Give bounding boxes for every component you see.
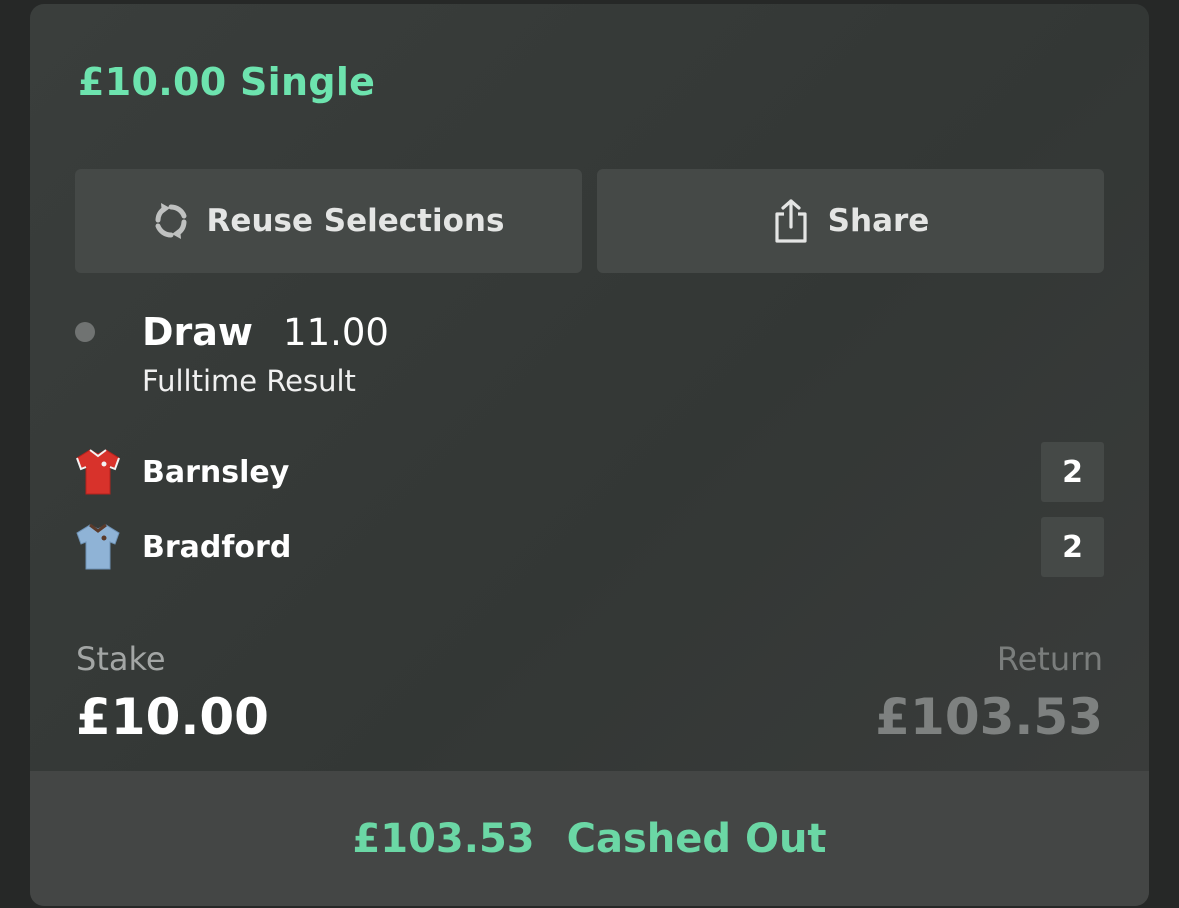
selection-name: Draw [142,310,254,354]
refresh-icon [153,201,189,241]
stake-value: £10.00 [76,688,269,746]
reuse-selections-label: Reuse Selections [206,203,505,239]
light-blue-shirt-icon [75,522,121,572]
bet-title: £10.00 Single [78,60,376,104]
team-row-away: Bradford 2 [75,517,1104,577]
score-home: 2 [1041,442,1104,502]
team-name-home: Barnsley [142,454,290,490]
score-away: 2 [1041,517,1104,577]
cashout-status: Cashed Out [566,815,827,862]
team-row-home: Barnsley 2 [75,442,1104,502]
return-value: £103.53 [875,688,1103,746]
cashout-status-bar: £103.53 Cashed Out [30,771,1149,906]
red-shirt-icon [75,447,121,497]
share-label: Share [827,203,930,239]
stake-label: Stake [76,640,166,678]
selection-row: Draw 11.00 [142,310,389,354]
team-name-away: Bradford [142,529,292,565]
cashout-amount: £103.53 [352,815,535,862]
selection-status-dot [75,322,95,342]
bet-card: £10.00 Single Reuse Selections Share Dra… [30,4,1149,906]
share-button[interactable]: Share [597,169,1104,273]
return-label: Return [996,640,1103,678]
share-icon [772,198,810,244]
market-name: Fulltime Result [142,364,356,398]
selection-odds: 11.00 [283,311,389,354]
reuse-selections-button[interactable]: Reuse Selections [75,169,582,273]
